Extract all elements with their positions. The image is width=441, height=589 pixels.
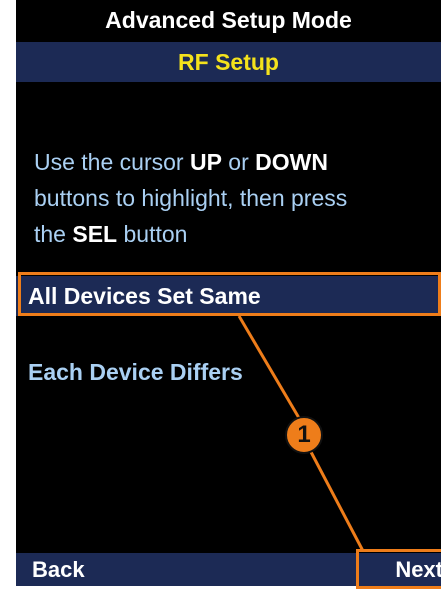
option-all-devices-set-same[interactable]: All Devices Set Same xyxy=(16,276,441,316)
screen-subtitle: RF Setup xyxy=(16,42,441,82)
device-screen: Advanced Setup Mode RF Setup Use the cur… xyxy=(16,0,441,586)
instruction-text: Use the cursor UP or DOWN buttons to hig… xyxy=(34,144,439,252)
instruction-text-part: the xyxy=(34,221,73,247)
instruction-text-part: button xyxy=(117,221,188,247)
next-softkey[interactable]: Next xyxy=(395,557,441,583)
option-each-device-differs[interactable]: Each Device Differs xyxy=(16,352,441,392)
up-keyword: UP xyxy=(189,149,222,175)
back-softkey[interactable]: Back xyxy=(32,557,85,583)
instruction-line-1: Use the cursor UP or DOWN xyxy=(34,144,439,180)
callout-number-badge: 1 xyxy=(285,416,323,454)
screen-title: Advanced Setup Mode xyxy=(105,6,352,33)
instruction-line-3: the SEL button xyxy=(34,216,439,252)
option-label: Each Device Differs xyxy=(28,358,243,385)
instruction-text-part: or xyxy=(221,149,256,175)
down-keyword: DOWN xyxy=(255,149,328,175)
sel-keyword: SEL xyxy=(72,221,118,247)
softkey-bar: Back Next xyxy=(16,553,441,586)
instruction-text-part: Use the cursor xyxy=(34,149,190,175)
instruction-line-2: buttons to highlight, then press xyxy=(34,185,348,211)
option-label: All Devices Set Same xyxy=(28,282,261,309)
